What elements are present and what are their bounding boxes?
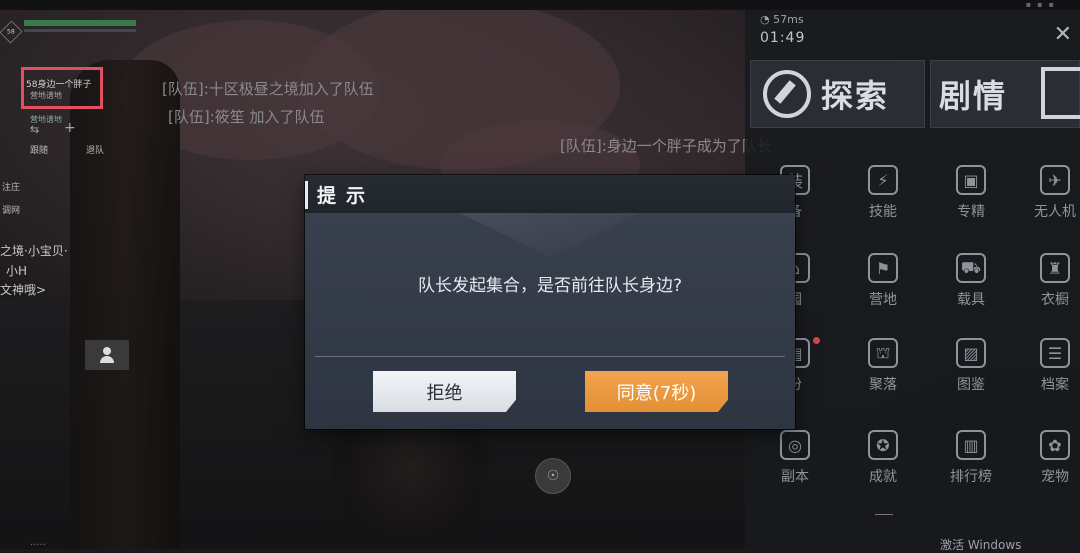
tab-explore[interactable]: 探索 xyxy=(750,60,925,128)
menu-item-icon: ◎ xyxy=(780,430,810,460)
tab-explore-label: 探索 xyxy=(821,77,890,115)
dialog-title: 提示 xyxy=(317,185,376,207)
menu-item-icon: ▨ xyxy=(956,338,986,368)
menu-item-label: 技能 xyxy=(869,204,897,220)
menu-item-icon: ⚑ xyxy=(868,253,898,283)
divider xyxy=(875,514,893,515)
menu-item[interactable]: ▨ 图鉴 xyxy=(931,338,1011,394)
avatar-button[interactable] xyxy=(85,340,129,370)
menu-item-label: 载具 xyxy=(957,292,985,308)
reject-button[interactable]: 拒绝 xyxy=(373,371,516,412)
chat-message: [队伍]:十区极昼之境加入了队伍 xyxy=(162,80,374,98)
team-member-status: 营地谱地 xyxy=(30,91,62,100)
menu-item-label: 专精 xyxy=(957,204,985,220)
menu-item-icon: ✈ xyxy=(1040,165,1070,195)
dialog-divider xyxy=(315,356,785,357)
menu-item-icon: ▣ xyxy=(956,165,986,195)
level-number: 58 xyxy=(6,28,16,36)
menu-item[interactable]: ✿ 宠物 xyxy=(1015,430,1080,486)
menu-item[interactable]: ▥ 排行榜 xyxy=(931,430,1011,486)
dialog-decoration xyxy=(460,213,640,257)
menu-item-icon: ▥ xyxy=(956,430,986,460)
menu-item[interactable]: ⚡ 技能 xyxy=(843,165,923,221)
menu-item[interactable]: ⛟ 载具 xyxy=(931,253,1011,309)
windows-watermark: 激活 Windows xyxy=(940,538,1022,552)
dialog-accent-bar xyxy=(305,181,308,209)
interact-button[interactable]: ☉ xyxy=(535,458,571,494)
menu-item-icon: ♜ xyxy=(1040,253,1070,283)
energy-bar xyxy=(24,29,136,32)
bottom-chat-preview: ····· xyxy=(30,540,46,551)
menu-item-label: 成就 xyxy=(869,469,897,485)
menu-item-label: 营地 xyxy=(869,292,897,308)
menu-item[interactable]: ✪ 成就 xyxy=(843,430,923,486)
menu-item-label: 衣橱 xyxy=(1041,292,1069,308)
health-bar xyxy=(24,20,136,26)
leave-team-label[interactable]: 退队 xyxy=(86,143,104,156)
dialog-message: 队长发起集合，是否前往队长身边? xyxy=(417,276,683,296)
menu-item-label: 无人机 xyxy=(1034,204,1076,220)
left-hud: 58 58身边一个胖子 营地谱地 营地谱地 ⇆ + 跟随 退队 注庄 调网 之境… xyxy=(0,10,140,549)
menu-item-label: 副本 xyxy=(781,469,809,485)
chat-message: [队伍]:身边一个胖子成为了队长 xyxy=(560,137,772,155)
menu-item-label: 图鉴 xyxy=(957,377,985,393)
right-menu-panel: ◔ 57ms 01:49 ✕ 探索 剧情 装备⚡技能▣专精✈无人机⌂园⚑营地⛟载… xyxy=(745,10,1080,549)
menu-item[interactable]: ◎ 副本 xyxy=(755,430,835,486)
menu-item-label: 聚落 xyxy=(869,377,897,393)
menu-item-label: 宠物 xyxy=(1041,469,1069,485)
person-icon xyxy=(100,347,114,363)
menu-item-icon: ☰ xyxy=(1040,338,1070,368)
window-controls-icon: ▪▪▪ xyxy=(1025,0,1060,9)
dialog-header: 提示 xyxy=(305,175,795,213)
top-strip: ▪▪▪ xyxy=(0,0,1080,10)
side-label-3[interactable]: 注庄 xyxy=(2,180,20,193)
tab-story[interactable]: 剧情 xyxy=(930,60,1080,128)
level-badge: 58 xyxy=(0,20,23,44)
side-label-4[interactable]: 调网 xyxy=(2,203,20,216)
close-icon[interactable]: ✕ xyxy=(1054,24,1072,46)
chat-message: [队伍]:筱笙 加入了队伍 xyxy=(168,108,325,126)
menu-item-icon: ⛫ xyxy=(868,338,898,368)
menu-item[interactable]: ☰ 档案 xyxy=(1015,338,1080,394)
team-member-name[interactable]: 58身边一个胖子 xyxy=(26,77,91,90)
follow-label[interactable]: 跟随 xyxy=(30,143,48,156)
left-text-1: 之境·小宝贝· xyxy=(0,244,68,258)
menu-item[interactable]: ♜ 衣橱 xyxy=(1015,253,1080,309)
prompt-dialog: 提示 队长发起集合，是否前往队长身边? 拒绝 同意(7秒) xyxy=(305,175,795,429)
menu-item-label: 排行榜 xyxy=(950,469,992,485)
menu-item[interactable]: ⛫ 聚落 xyxy=(843,338,923,394)
book-icon xyxy=(1041,67,1080,119)
reject-button-label: 拒绝 xyxy=(426,382,463,404)
menu-item[interactable]: ✈ 无人机 xyxy=(1015,165,1080,221)
follow-icon[interactable]: ⇆ xyxy=(30,123,39,136)
menu-item[interactable]: ▣ 专精 xyxy=(931,165,1011,221)
menu-item-icon: ✪ xyxy=(868,430,898,460)
ping-value: 57ms xyxy=(773,13,804,26)
compass-icon xyxy=(763,70,811,118)
menu-item-icon: ⛟ xyxy=(956,253,986,283)
menu-item-icon: ⚡ xyxy=(868,165,898,195)
plus-icon[interactable]: + xyxy=(64,120,76,136)
menu-item-icon: ✿ xyxy=(1040,430,1070,460)
menu-item[interactable]: ⚑ 营地 xyxy=(843,253,923,309)
left-text-3: 文神哦> xyxy=(0,283,47,297)
clock: 01:49 xyxy=(760,30,806,46)
ping-indicator: ◔ 57ms xyxy=(760,13,804,26)
agree-button-label: 同意(7秒) xyxy=(616,382,697,404)
tab-story-label: 剧情 xyxy=(939,77,1008,115)
left-text-2: 小H xyxy=(6,264,28,278)
notification-dot xyxy=(813,337,820,344)
menu-item-label: 档案 xyxy=(1041,377,1069,393)
agree-button[interactable]: 同意(7秒) xyxy=(585,371,728,412)
